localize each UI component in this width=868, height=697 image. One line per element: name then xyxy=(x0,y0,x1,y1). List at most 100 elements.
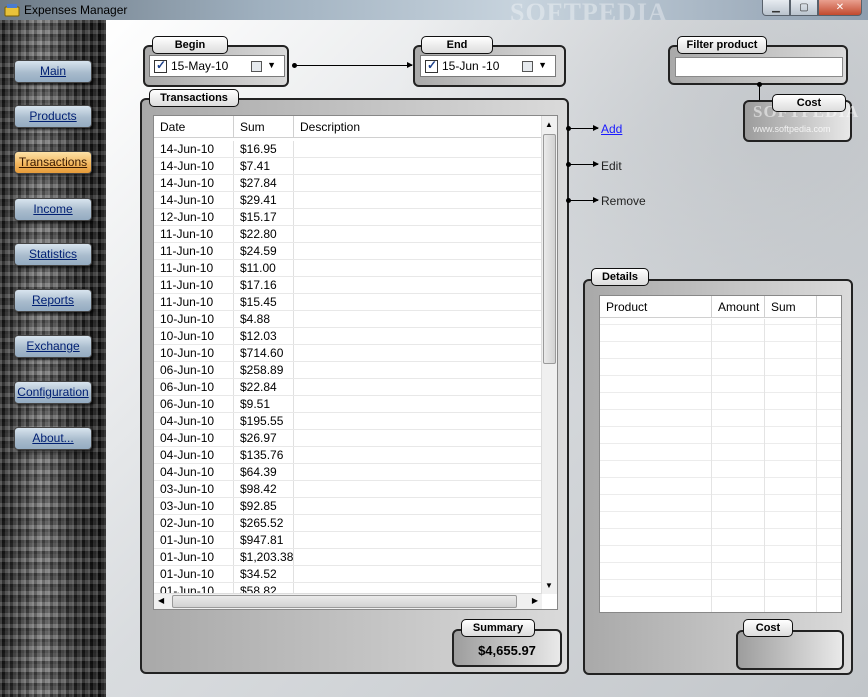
chevron-down-icon[interactable]: ▼ xyxy=(267,60,276,70)
col-amount[interactable]: Amount xyxy=(712,296,765,317)
nav-statistics[interactable]: Statistics xyxy=(14,243,92,266)
cell-sum: $26.97 xyxy=(234,430,294,446)
edit-link[interactable]: Edit xyxy=(601,159,622,173)
scroll-up-icon[interactable]: ▲ xyxy=(545,120,553,129)
table-row[interactable]: 06-Jun-10 $258.89 xyxy=(154,362,542,379)
filter-product-label: Filter product xyxy=(677,36,767,54)
cell-date: 01-Jun-10 xyxy=(154,532,234,548)
vertical-scroll-thumb[interactable] xyxy=(543,134,556,364)
cell-description xyxy=(294,209,542,225)
table-row[interactable]: 04-Jun-10 $64.39 xyxy=(154,464,542,481)
transactions-grid[interactable]: Date Sum Description 14-Jun-10 $16.95 14-J… xyxy=(153,115,558,610)
cell-sum: $12.03 xyxy=(234,328,294,344)
table-row[interactable]: 11-Jun-10 $17.16 xyxy=(154,277,542,294)
cell-description xyxy=(294,175,542,191)
table-row[interactable]: 14-Jun-10 $27.84 xyxy=(154,175,542,192)
nav-exchange[interactable]: Exchange xyxy=(14,335,92,358)
cell-date: 04-Jun-10 xyxy=(154,464,234,480)
cell-description xyxy=(294,532,542,548)
maximize-button[interactable]: ▢ xyxy=(790,0,818,16)
table-row[interactable]: 01-Jun-10 $1,203.38 xyxy=(154,549,542,566)
table-row[interactable]: 10-Jun-10 $714.60 xyxy=(154,345,542,362)
cell-description xyxy=(294,328,542,344)
table-row[interactable]: 10-Jun-10 $12.03 xyxy=(154,328,542,345)
table-row[interactable]: 04-Jun-10 $135.76 xyxy=(154,447,542,464)
nav-transactions[interactable]: Transactions xyxy=(14,151,92,174)
table-row[interactable]: 06-Jun-10 $9.51 xyxy=(154,396,542,413)
cell-description xyxy=(294,583,542,593)
table-row[interactable]: 11-Jun-10 $22.80 xyxy=(154,226,542,243)
col-product[interactable]: Product xyxy=(600,296,712,317)
end-checkbox[interactable] xyxy=(425,58,438,73)
connector-arrow xyxy=(570,125,599,131)
begin-checkbox[interactable] xyxy=(154,58,167,73)
nav-about[interactable]: About... xyxy=(14,427,92,450)
cell-date: 04-Jun-10 xyxy=(154,430,234,446)
col-description[interactable]: Description xyxy=(294,116,542,137)
table-row[interactable]: 12-Jun-10 $15.17 xyxy=(154,209,542,226)
table-row[interactable]: 04-Jun-10 $26.97 xyxy=(154,430,542,447)
scroll-right-icon[interactable]: ▶ xyxy=(532,596,538,605)
filter-product-input[interactable] xyxy=(675,57,843,77)
cell-sum: $1,203.38 xyxy=(234,549,294,565)
col-details-sum[interactable]: Sum xyxy=(765,296,817,317)
scroll-down-icon[interactable]: ▼ xyxy=(545,581,553,590)
table-row[interactable]: 04-Jun-10 $195.55 xyxy=(154,413,542,430)
cell-date: 06-Jun-10 xyxy=(154,396,234,412)
end-date-picker[interactable]: 15-Jun -10 ▼ xyxy=(420,55,556,77)
table-row[interactable]: 11-Jun-10 $11.00 xyxy=(154,260,542,277)
table-row[interactable]: 14-Jun-10 $29.41 xyxy=(154,192,542,209)
table-row[interactable]: 03-Jun-10 $92.85 xyxy=(154,498,542,515)
table-row[interactable]: 02-Jun-10 $265.52 xyxy=(154,515,542,532)
nav-reports[interactable]: Reports xyxy=(14,289,92,312)
transactions-body: 14-Jun-10 $16.95 14-Jun-10 $7.41 14-Jun-10 $2… xyxy=(154,141,542,593)
cell-description xyxy=(294,243,542,259)
nav-main[interactable]: Main xyxy=(14,60,92,83)
add-link[interactable]: Add xyxy=(601,122,622,136)
nav-income[interactable]: Income xyxy=(14,198,92,221)
col-date[interactable]: Date xyxy=(154,116,234,137)
cell-sum: $22.84 xyxy=(234,379,294,395)
close-icon: ✕ xyxy=(835,2,845,13)
cell-date: 01-Jun-10 xyxy=(154,566,234,582)
cell-description xyxy=(294,362,542,378)
table-row[interactable]: 01-Jun-10 $58.82 xyxy=(154,583,542,593)
cell-description xyxy=(294,481,542,497)
window-title: Expenses Manager xyxy=(24,3,128,17)
nav-configuration[interactable]: Configuration xyxy=(14,381,92,404)
table-row[interactable]: 10-Jun-10 $4.88 xyxy=(154,311,542,328)
nav-products[interactable]: Products xyxy=(14,105,92,128)
cell-sum: $58.82 xyxy=(234,583,294,593)
table-row[interactable]: 11-Jun-10 $24.59 xyxy=(154,243,542,260)
begin-label: Begin xyxy=(152,36,228,54)
end-label: End xyxy=(421,36,493,54)
horizontal-scroll-thumb[interactable] xyxy=(172,595,517,608)
table-row[interactable]: 14-Jun-10 $7.41 xyxy=(154,158,542,175)
cell-date: 11-Jun-10 xyxy=(154,260,234,276)
begin-date-picker[interactable]: 15-May-10 ▼ xyxy=(149,55,285,77)
table-row[interactable]: 03-Jun-10 $98.42 xyxy=(154,481,542,498)
cell-sum: $29.41 xyxy=(234,192,294,208)
cell-sum: $135.76 xyxy=(234,447,294,463)
calendar-icon xyxy=(251,61,262,72)
minimize-button[interactable]: ▁ xyxy=(762,0,790,16)
chevron-down-icon[interactable]: ▼ xyxy=(538,60,547,70)
cell-date: 01-Jun-10 xyxy=(154,583,234,593)
cell-description xyxy=(294,549,542,565)
horizontal-scrollbar[interactable]: ◀ ▶ xyxy=(154,593,542,609)
cell-date: 04-Jun-10 xyxy=(154,447,234,463)
cell-date: 11-Jun-10 xyxy=(154,277,234,293)
table-row[interactable]: 06-Jun-10 $22.84 xyxy=(154,379,542,396)
table-row[interactable]: 01-Jun-10 $34.52 xyxy=(154,566,542,583)
scroll-left-icon[interactable]: ◀ xyxy=(158,596,164,605)
details-grid[interactable]: Product Amount Sum xyxy=(599,295,842,613)
remove-link[interactable]: Remove xyxy=(601,194,646,208)
col-sum[interactable]: Sum xyxy=(234,116,294,137)
cell-date: 14-Jun-10 xyxy=(154,158,234,174)
table-row[interactable]: 01-Jun-10 $947.81 xyxy=(154,532,542,549)
cell-date: 14-Jun-10 xyxy=(154,192,234,208)
table-row[interactable]: 11-Jun-10 $15.45 xyxy=(154,294,542,311)
table-row[interactable]: 14-Jun-10 $16.95 xyxy=(154,141,542,158)
close-button[interactable]: ✕ xyxy=(818,0,862,16)
vertical-scrollbar[interactable]: ▲ ▼ xyxy=(541,116,557,594)
